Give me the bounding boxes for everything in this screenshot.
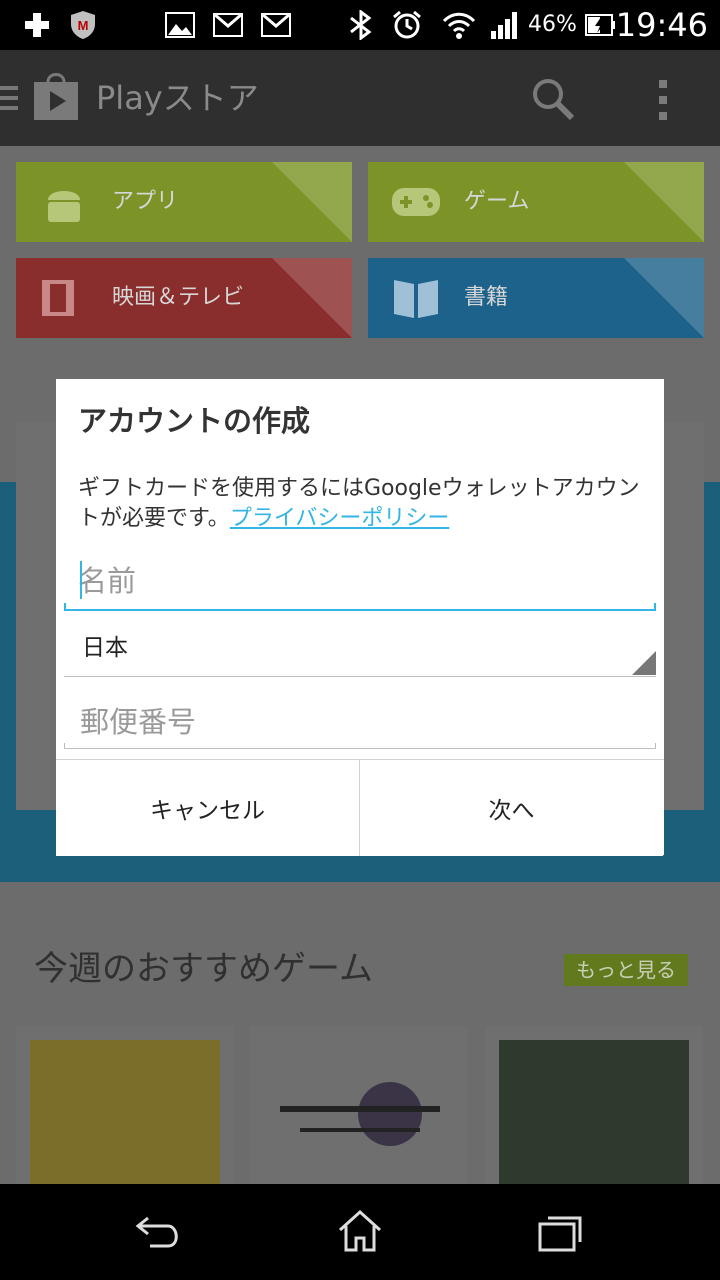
- country-value: 日本: [82, 635, 128, 661]
- text-cursor: [80, 561, 82, 599]
- gmail-icon: [260, 10, 292, 40]
- film-icon: [40, 278, 76, 318]
- dialog-button-bar: キャンセル 次へ: [56, 759, 664, 856]
- name-field[interactable]: [64, 555, 656, 611]
- game-thumbnail: [30, 1040, 220, 1184]
- name-input[interactable]: [78, 559, 638, 603]
- category-tile-books[interactable]: 書籍: [368, 258, 704, 338]
- category-label: 映画＆テレビ: [112, 285, 245, 310]
- game-card[interactable]: [16, 1026, 234, 1184]
- navigation-bar: [0, 1184, 720, 1280]
- name-underline: [64, 603, 656, 611]
- dialog-title: アカウントの作成: [78, 404, 311, 438]
- country-select[interactable]: 日本: [64, 623, 656, 677]
- mcafee-icon: M: [68, 10, 98, 40]
- android-icon: [40, 178, 88, 226]
- country-underline: [64, 676, 656, 677]
- recent-apps-icon[interactable]: [536, 1210, 584, 1254]
- app-title: Playストア: [96, 79, 259, 117]
- gamepad-icon: [390, 180, 442, 224]
- signal-icon: [488, 10, 520, 40]
- create-account-dialog: アカウントの作成 ギフトカードを使用するにはGoogleウォレットアカウントが必…: [56, 379, 664, 856]
- category-tile-games[interactable]: ゲーム: [368, 162, 704, 242]
- dropdown-arrow-icon: [632, 651, 656, 675]
- search-icon[interactable]: [530, 76, 576, 122]
- image-icon: [164, 10, 196, 40]
- drawer-menu-icon[interactable]: [0, 84, 20, 112]
- home-icon[interactable]: [336, 1208, 384, 1254]
- action-bar: Playストア: [0, 50, 720, 146]
- gmail-icon: [212, 10, 244, 40]
- privacy-policy-link[interactable]: プライバシーポリシー: [230, 506, 450, 531]
- overflow-menu-icon[interactable]: [656, 78, 670, 122]
- clock: 19:46: [615, 6, 708, 44]
- book-icon: [392, 276, 440, 320]
- postal-code-input[interactable]: [80, 701, 640, 743]
- next-button[interactable]: 次へ: [360, 760, 663, 856]
- back-icon[interactable]: [134, 1212, 184, 1252]
- status-bar: M 46% 19:46: [0, 0, 720, 50]
- hospital-plus-icon: [22, 10, 52, 40]
- alarm-icon: [390, 10, 424, 40]
- game-thumbnail: [270, 1076, 448, 1166]
- dialog-message: ギフトカードを使用するにはGoogleウォレットアカウントが必要です。プライバシ…: [78, 474, 644, 534]
- battery-percent: 46%: [528, 12, 577, 37]
- category-tile-movies-tv[interactable]: 映画＆テレビ: [16, 258, 352, 338]
- wifi-icon: [442, 10, 476, 40]
- category-tile-apps[interactable]: アプリ: [16, 162, 352, 242]
- play-store-logo-icon[interactable]: [32, 70, 80, 122]
- category-label: ゲーム: [464, 189, 530, 214]
- postal-code-field[interactable]: [64, 697, 656, 749]
- more-button[interactable]: もっと見る: [564, 954, 688, 986]
- section-title-weekly-games: 今週のおすすめゲーム: [34, 949, 373, 989]
- svg-text:M: M: [78, 18, 89, 33]
- bluetooth-icon: [344, 10, 378, 40]
- game-card[interactable]: [250, 1026, 468, 1184]
- postal-underline: [64, 743, 656, 749]
- battery-charging-icon: [584, 10, 616, 40]
- category-label: アプリ: [112, 189, 179, 214]
- category-label: 書籍: [464, 285, 509, 310]
- game-card[interactable]: [485, 1026, 703, 1184]
- game-thumbnail: [499, 1040, 689, 1184]
- cancel-button[interactable]: キャンセル: [56, 760, 359, 856]
